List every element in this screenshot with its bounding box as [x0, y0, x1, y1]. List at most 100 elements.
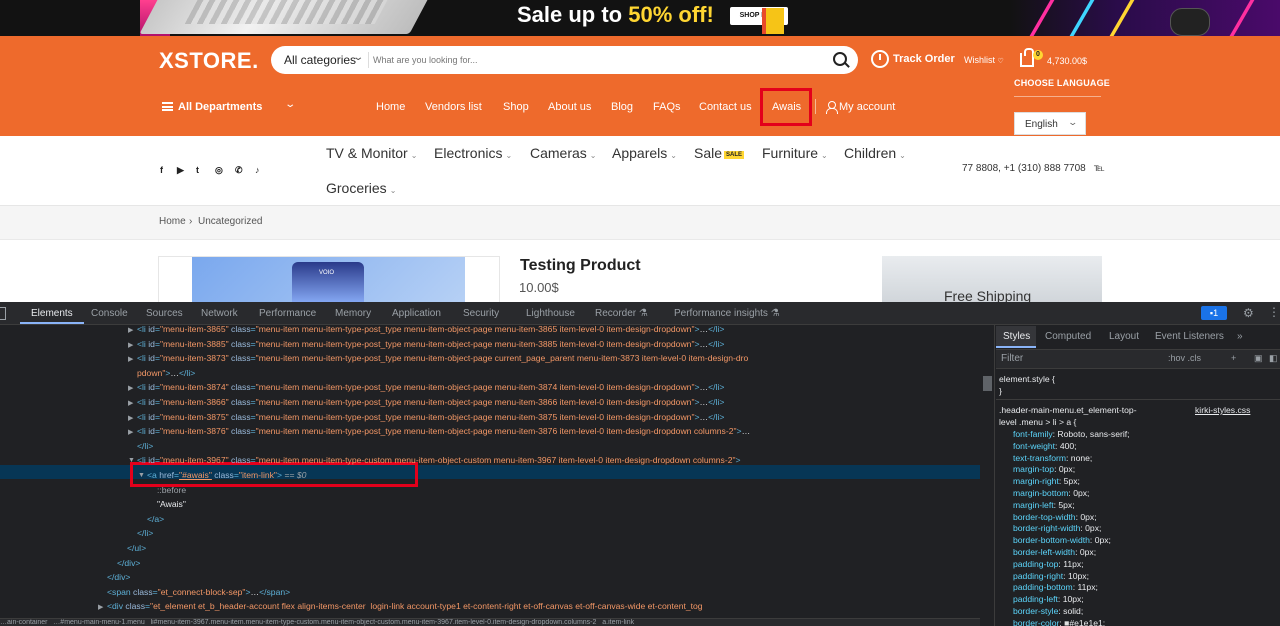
category-children[interactable]: Children ⌄: [844, 145, 906, 161]
search-category-select[interactable]: All categories: [284, 53, 356, 67]
category-apparels[interactable]: Apparels ⌄: [612, 145, 677, 161]
style-property[interactable]: padding-top: 11px;: [1013, 559, 1084, 569]
twitter-icon[interactable]: t: [196, 165, 199, 175]
dom-scrollbar-thumb[interactable]: [983, 376, 992, 391]
styles-filter-input[interactable]: Filter: [1001, 353, 1023, 364]
dom-node-line[interactable]: <li id="menu-item-3873" class="menu-item…: [137, 353, 748, 363]
all-departments-button[interactable]: All Departments: [178, 101, 262, 113]
rule-source-link[interactable]: kirki-styles.css: [1195, 405, 1250, 415]
dom-node-line[interactable]: <div class="et_element et_b_header-accou…: [107, 601, 703, 611]
tab-performance-insights[interactable]: Performance insights ⚗: [674, 308, 780, 319]
element-style-rule[interactable]: element.style {: [999, 374, 1055, 384]
style-property[interactable]: padding-right: 10px;: [1013, 571, 1089, 581]
user-icon[interactable]: [826, 101, 838, 114]
dom-node-line[interactable]: </li>: [137, 528, 153, 538]
style-property[interactable]: border-top-width: 0px;: [1013, 512, 1097, 522]
dom-node-line[interactable]: <li id="menu-item-3875" class="menu-item…: [137, 412, 724, 422]
chevron-down-icon[interactable]: ⌄: [284, 99, 296, 110]
breadcrumb-home[interactable]: Home: [159, 216, 186, 227]
nav-vendors-list[interactable]: Vendors list: [425, 101, 482, 113]
dom-node-line[interactable]: <li id="menu-item-3865" class="menu-item…: [137, 324, 724, 334]
expand-triangle-icon[interactable]: ▶: [128, 326, 133, 334]
category-tv-monitor[interactable]: TV & Monitor ⌄: [326, 145, 417, 161]
tab-performance[interactable]: Performance: [259, 308, 316, 319]
style-property[interactable]: border-style: solid;: [1013, 606, 1083, 616]
search-input[interactable]: [373, 51, 803, 69]
style-property[interactable]: margin-right: 5px;: [1013, 476, 1080, 486]
instagram-icon[interactable]: ◎: [215, 165, 223, 176]
style-property[interactable]: margin-bottom: 0px;: [1013, 488, 1089, 498]
tab-memory[interactable]: Memory: [335, 308, 371, 319]
style-property[interactable]: text-transform: none;: [1013, 453, 1092, 463]
dom-node-line[interactable]: </li>: [137, 441, 153, 451]
dom-node-line[interactable]: </a>: [147, 514, 164, 524]
add-rule-icon[interactable]: +: [1231, 353, 1236, 363]
nav-shop[interactable]: Shop: [503, 101, 529, 113]
free-shipping-banner[interactable]: Free Shipping: [882, 256, 1102, 306]
dom-node-line[interactable]: <li id="menu-item-3967" class="menu-item…: [137, 455, 741, 465]
style-property[interactable]: border-bottom-width: 0px;: [1013, 535, 1111, 545]
track-order-link[interactable]: Track Order: [893, 53, 955, 65]
expand-triangle-icon[interactable]: ▶: [128, 384, 133, 392]
more-tabs-icon[interactable]: »: [1237, 331, 1243, 342]
style-property[interactable]: font-weight: 400;: [1013, 441, 1077, 451]
nav-home[interactable]: Home: [376, 101, 405, 113]
nav-about-us[interactable]: About us: [548, 101, 591, 113]
clock-icon[interactable]: [871, 50, 889, 68]
style-property[interactable]: border-right-width: 0px;: [1013, 523, 1101, 533]
wishlist-link[interactable]: Wishlist ♡: [964, 55, 1004, 65]
style-property[interactable]: border-color: ■#e1e1e1;: [1013, 618, 1105, 626]
dom-node-line[interactable]: <li id="menu-item-3876" class="menu-item…: [137, 426, 750, 436]
style-property[interactable]: padding-bottom: 11px;: [1013, 582, 1098, 592]
dom-breadcrumb-bar[interactable]: …ain-container …#menu-main-menu-1.menu l…: [0, 618, 980, 626]
issues-badge[interactable]: ▪1: [1201, 306, 1227, 320]
category-groceries[interactable]: Groceries ⌄: [326, 180, 396, 196]
site-logo[interactable]: XSTORE.: [159, 48, 259, 74]
category-electronics[interactable]: Electronics ⌄: [434, 145, 512, 161]
tab-lighthouse[interactable]: Lighthouse: [526, 308, 575, 319]
hov-cls-toggle[interactable]: :hov .cls: [1168, 353, 1201, 363]
language-select[interactable]: English ⌄: [1014, 112, 1086, 135]
expand-triangle-icon[interactable]: ▶: [128, 399, 133, 407]
tab-layout[interactable]: Layout: [1109, 331, 1139, 342]
sidebar-toggle-icon[interactable]: ◧: [1269, 353, 1278, 364]
tab-computed[interactable]: Computed: [1045, 331, 1091, 342]
tab-elements[interactable]: Elements: [31, 308, 73, 319]
nav-blog[interactable]: Blog: [611, 101, 633, 113]
expand-triangle-icon[interactable]: ▶: [128, 341, 133, 349]
dom-node-line[interactable]: pdown">…</li>: [137, 368, 195, 378]
style-property[interactable]: font-family: Roboto, sans-serif;: [1013, 429, 1130, 439]
tab-console[interactable]: Console: [91, 308, 128, 319]
rule-selector[interactable]: .header-main-menu.et_element-top-: [999, 405, 1137, 415]
youtube-icon[interactable]: ▶: [177, 165, 184, 176]
computed-toggle-icon[interactable]: ▣: [1254, 353, 1263, 364]
menu-icon[interactable]: [162, 102, 173, 111]
dom-node-line[interactable]: </div>: [117, 558, 140, 568]
cart-icon[interactable]: [1020, 48, 1034, 67]
dom-node-line[interactable]: <span class="et_connect-block-sep">…</sp…: [107, 587, 290, 597]
collapse-triangle-icon[interactable]: ▼: [128, 457, 135, 464]
dom-node-line[interactable]: </ul>: [127, 543, 146, 553]
tab-sources[interactable]: Sources: [146, 308, 183, 319]
expand-triangle-icon[interactable]: ▶: [98, 603, 103, 611]
style-property[interactable]: border-left-width: 0px;: [1013, 547, 1096, 557]
device-toggle-icon[interactable]: [0, 307, 6, 320]
dom-node-line[interactable]: <li id="menu-item-3874" class="menu-item…: [137, 382, 724, 392]
nav-faqs[interactable]: FAQs: [653, 101, 681, 113]
dom-node-line[interactable]: "Awais": [157, 499, 186, 509]
dom-node-line[interactable]: ::before: [157, 485, 186, 495]
my-account-link[interactable]: My account: [839, 101, 895, 113]
style-property[interactable]: padding-left: 10px;: [1013, 594, 1084, 604]
style-property[interactable]: margin-top: 0px;: [1013, 464, 1075, 474]
cart-total[interactable]: 4,730.00$: [1047, 56, 1087, 66]
dom-node-line[interactable]: <a href="#awais" class="item-link"> == $…: [147, 470, 306, 480]
category-furniture[interactable]: Furniture ⌄: [762, 145, 828, 161]
expand-triangle-icon[interactable]: ▶: [128, 428, 133, 436]
collapse-triangle-icon[interactable]: ▼: [138, 472, 145, 479]
tab-recorder[interactable]: Recorder ⚗: [595, 308, 648, 319]
tab-network[interactable]: Network: [201, 308, 238, 319]
category-sale[interactable]: Sale SALE: [694, 145, 745, 161]
dom-node-line[interactable]: <li id="menu-item-3885" class="menu-item…: [137, 339, 724, 349]
nav-contact-us[interactable]: Contact us: [699, 101, 752, 113]
expand-triangle-icon[interactable]: ▶: [128, 414, 133, 422]
